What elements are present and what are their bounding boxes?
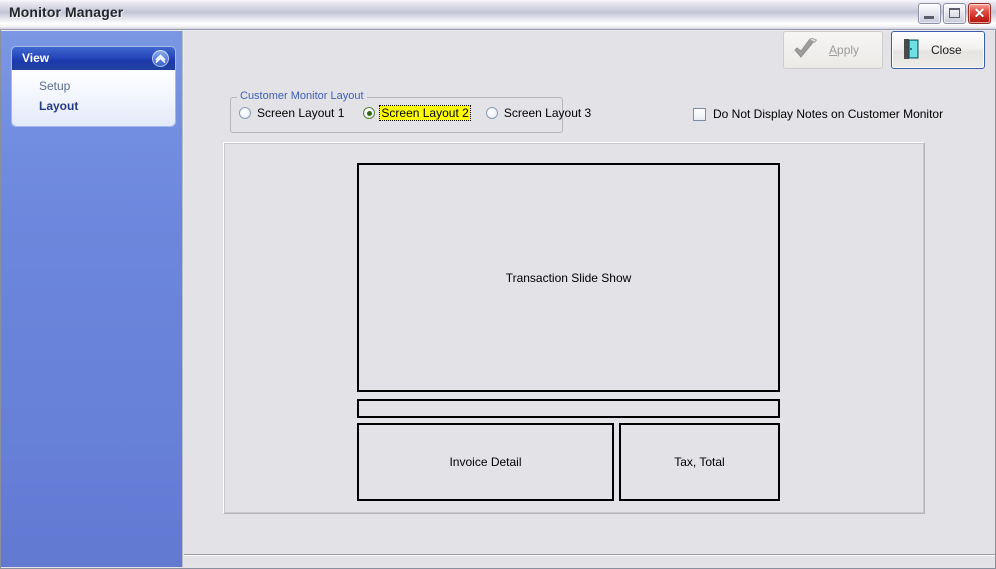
bottom-separator — [184, 554, 995, 556]
window-title: Monitor Manager — [9, 4, 124, 20]
radio-screen-layout-1[interactable]: Screen Layout 1 — [237, 105, 347, 121]
preview-region-invoice-detail[interactable]: Invoice Detail — [357, 423, 614, 501]
checkmark-icon — [794, 37, 820, 63]
view-task-body: Setup Layout — [12, 70, 175, 126]
apply-button-label: Apply — [829, 43, 860, 57]
radio-label: Screen Layout 2 — [379, 105, 471, 121]
radio-icon-selected — [363, 107, 376, 119]
minimize-icon — [924, 16, 934, 19]
chevron-up-icon[interactable] — [152, 50, 169, 67]
view-task-title: View — [22, 51, 50, 65]
radio-label: Screen Layout 1 — [257, 106, 345, 120]
sidebar: View Setup Layout — [1, 31, 183, 567]
radio-icon — [239, 107, 251, 119]
checkbox-icon — [693, 107, 706, 121]
checkbox-label: Do Not Display Notes on Customer Monitor — [713, 107, 944, 121]
view-task-group: View Setup Layout — [12, 47, 175, 126]
layout-diagram: Transaction Slide Show Invoice Detail Ta… — [357, 163, 780, 501]
sidebar-item-label: Layout — [39, 99, 79, 113]
preview-region-tax-total[interactable]: Tax, Total — [619, 423, 780, 501]
preview-region-label: Invoice Detail — [449, 455, 522, 469]
radio-label: Screen Layout 3 — [503, 106, 592, 120]
close-icon: ✕ — [973, 5, 986, 21]
radio-screen-layout-2[interactable]: Screen Layout 2 — [361, 105, 471, 121]
window-controls: ✕ — [918, 3, 991, 24]
do-not-display-notes-checkbox[interactable]: Do Not Display Notes on Customer Monitor — [693, 107, 943, 121]
close-button[interactable]: Close — [891, 31, 985, 69]
title-bar[interactable]: Monitor Manager ✕ — [0, 0, 996, 30]
maximize-icon — [949, 8, 960, 18]
sidebar-item-setup[interactable]: Setup — [12, 77, 175, 97]
preview-region-slideshow[interactable]: Transaction Slide Show — [357, 163, 780, 392]
customer-monitor-layout-group: Customer Monitor Layout Screen Layout 1 … — [230, 90, 591, 133]
view-task-header[interactable]: View — [12, 47, 175, 70]
content-area: Apply Close Customer Monitor Layout Scre… — [184, 31, 995, 567]
maximize-button[interactable] — [943, 3, 966, 24]
minimize-button[interactable] — [918, 3, 941, 24]
layout-preview-panel: Transaction Slide Show Invoice Detail Ta… — [223, 142, 925, 514]
apply-button[interactable]: Apply — [783, 31, 883, 69]
toolbar: Apply Close — [783, 31, 985, 69]
close-button-label: Close — [931, 43, 962, 57]
radio-icon — [485, 107, 498, 119]
radio-screen-layout-3[interactable]: Screen Layout 3 — [484, 105, 594, 121]
groupbox-legend: Customer Monitor Layout — [237, 90, 367, 102]
sidebar-item-layout[interactable]: Layout — [12, 97, 175, 117]
close-window-button[interactable]: ✕ — [968, 3, 991, 24]
monitor-manager-window: Monitor Manager ✕ View Setup Layout Appl… — [0, 0, 996, 569]
preview-region-label: Transaction Slide Show — [505, 270, 632, 285]
preview-region-label: Tax, Total — [674, 455, 725, 469]
sidebar-item-label: Setup — [39, 79, 71, 93]
layout-radio-group: Screen Layout 1 Screen Layout 2 Screen L… — [237, 105, 594, 121]
exit-door-icon — [902, 38, 922, 63]
preview-region-strip[interactable] — [357, 399, 780, 418]
